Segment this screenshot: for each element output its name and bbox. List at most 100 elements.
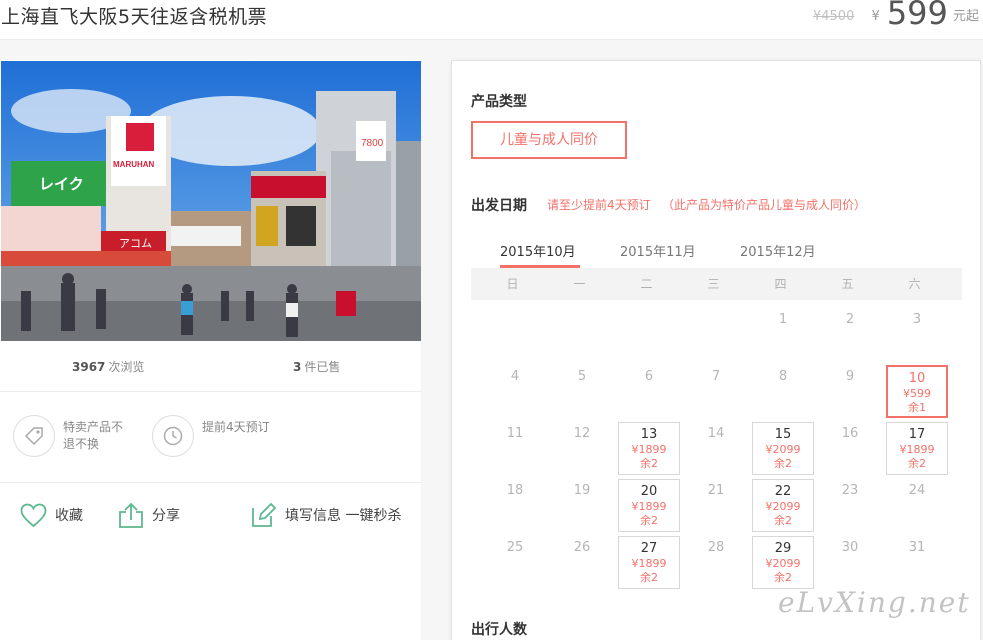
- feature-text: 提前4天预订: [202, 420, 270, 434]
- calendar-day[interactable]: 17 ¥1899 余2: [886, 422, 948, 475]
- calendar-day: 9: [845, 369, 855, 384]
- calendar-day[interactable]: 13 ¥1899 余2: [618, 422, 680, 475]
- fill-info-button[interactable]: 填写信息 一键秒杀: [251, 500, 401, 530]
- price-unit: 元起: [952, 9, 979, 24]
- calendar-day: 19: [573, 483, 591, 498]
- product-header: 上海直飞大阪5天往返含税机票 ¥4500 ¥ 599 元起: [0, 0, 983, 40]
- calendar-day[interactable]: 15 ¥2099 余2: [752, 422, 814, 475]
- clock-icon: [152, 415, 194, 457]
- edit-icon: [252, 502, 277, 527]
- calendar-day: 8: [778, 369, 788, 384]
- currency-symbol: ¥: [871, 9, 880, 24]
- calendar-day: 1: [778, 312, 788, 327]
- day-number: 15: [774, 427, 792, 442]
- day-remaining: 余1: [908, 401, 926, 414]
- day-remaining: 余2: [640, 514, 658, 527]
- views-stat: 3967 次浏览: [72, 358, 144, 375]
- svg-text:レイク: レイク: [39, 176, 84, 193]
- passengers-label: 出行人数: [471, 622, 527, 638]
- price-box: ¥4500 ¥ 599 元起: [813, 0, 979, 32]
- day-number: 27: [640, 541, 658, 556]
- product-type-option[interactable]: 儿童与成人同价: [471, 121, 627, 159]
- day-price: ¥1899: [631, 557, 667, 570]
- watermark: eLvXing.net: [778, 586, 971, 619]
- calendar-day: 28: [707, 540, 725, 555]
- booking-panel: 产品类型 儿童与成人同价 出发日期 请至少提前4天预订 （此产品为特价产品儿童与…: [451, 60, 981, 640]
- svg-text:MARUHAN: MARUHAN: [113, 160, 155, 169]
- tag-icon: [13, 415, 55, 457]
- calendar-day: 30: [841, 540, 859, 555]
- calendar-day: 14: [707, 426, 725, 441]
- calendar-day: 18: [506, 483, 524, 498]
- day-number: 17: [908, 427, 926, 442]
- tab-month-dec[interactable]: 2015年12月: [740, 241, 816, 260]
- views-count: 3967: [72, 360, 106, 374]
- product-gallery-panel: 7800 MARUHAN アコム レイク 3967 次浏览 3 件已售 特卖产品…: [0, 60, 421, 640]
- day-number: 22: [774, 484, 792, 499]
- share-label: 分享: [152, 508, 180, 524]
- day-number: 10: [908, 371, 926, 386]
- calendar-day: 6: [644, 369, 654, 384]
- day-number: 29: [774, 541, 792, 556]
- weekday-thu: 四: [774, 277, 787, 291]
- weekday-fri: 五: [841, 277, 854, 291]
- current-price: 599: [886, 0, 948, 32]
- share-icon: [119, 502, 143, 528]
- calendar-day: 31: [908, 540, 926, 555]
- favorite-button[interactable]: 收藏: [20, 500, 83, 530]
- calendar-day[interactable]: 22 ¥2099 余2: [752, 479, 814, 532]
- weekday-mon: 一: [573, 277, 586, 291]
- weekday-sat: 六: [908, 277, 921, 291]
- favorite-label: 收藏: [55, 508, 83, 524]
- sold-label: 件已售: [304, 360, 341, 374]
- product-photo: 7800 MARUHAN アコム レイク: [1, 61, 421, 341]
- calendar-day: 23: [841, 483, 859, 498]
- divider: [0, 482, 421, 483]
- views-label: 次浏览: [108, 360, 145, 374]
- calendar-day: 16: [841, 426, 859, 441]
- share-button[interactable]: 分享: [118, 500, 180, 530]
- svg-text:7800: 7800: [361, 138, 384, 149]
- day-remaining: 余2: [774, 514, 792, 527]
- product-title: 上海直飞大阪5天往返含税机票: [1, 6, 268, 28]
- day-price: ¥2099: [765, 500, 801, 513]
- day-remaining: 余2: [640, 457, 658, 470]
- calendar-day[interactable]: 10 ¥599 余1: [886, 365, 948, 418]
- departure-date-label: 出发日期: [471, 198, 527, 214]
- calendar-day: 5: [577, 369, 587, 384]
- calendar-day: 24: [908, 483, 926, 498]
- feature-text: 特卖产品不退不换: [63, 420, 124, 451]
- calendar-day: 4: [510, 369, 520, 384]
- day-number: 13: [640, 427, 658, 442]
- calendar-day[interactable]: 20 ¥1899 余2: [618, 479, 680, 532]
- calendar-day: 21: [707, 483, 725, 498]
- calendar-day: 25: [506, 540, 524, 555]
- calendar-day: 2: [845, 312, 855, 327]
- osaka-street-photo: 7800 MARUHAN アコム レイク: [1, 61, 421, 341]
- weekday-wed: 三: [707, 277, 720, 291]
- day-price: ¥2099: [765, 443, 801, 456]
- day-price: ¥1899: [631, 500, 667, 513]
- day-price: ¥599: [903, 387, 931, 400]
- day-price: ¥1899: [631, 443, 667, 456]
- divider: [0, 391, 421, 392]
- product-type-label: 产品类型: [471, 94, 527, 110]
- day-remaining: 余2: [774, 457, 792, 470]
- calendar-day: 11: [506, 426, 524, 441]
- sold-stat: 3 件已售: [293, 358, 340, 375]
- day-price: ¥1899: [899, 443, 935, 456]
- original-price: ¥4500: [812, 9, 855, 24]
- svg-text:アコム: アコム: [119, 237, 152, 250]
- weekday-tue: 二: [640, 277, 653, 291]
- tab-month-nov[interactable]: 2015年11月: [620, 241, 696, 260]
- calendar-day[interactable]: 29 ¥2099 余2: [752, 536, 814, 589]
- sold-count: 3: [293, 360, 302, 374]
- calendar-weekday-header: 日 一 二 三 四 五 六: [471, 268, 962, 300]
- weekday-sun: 日: [506, 277, 519, 291]
- tab-month-oct[interactable]: 2015年10月: [500, 241, 576, 260]
- calendar-day[interactable]: 27 ¥1899 余2: [618, 536, 680, 589]
- day-remaining: 余2: [774, 571, 792, 584]
- day-price: ¥2099: [765, 557, 801, 570]
- day-remaining: 余2: [640, 571, 658, 584]
- calendar-day: 12: [573, 426, 591, 441]
